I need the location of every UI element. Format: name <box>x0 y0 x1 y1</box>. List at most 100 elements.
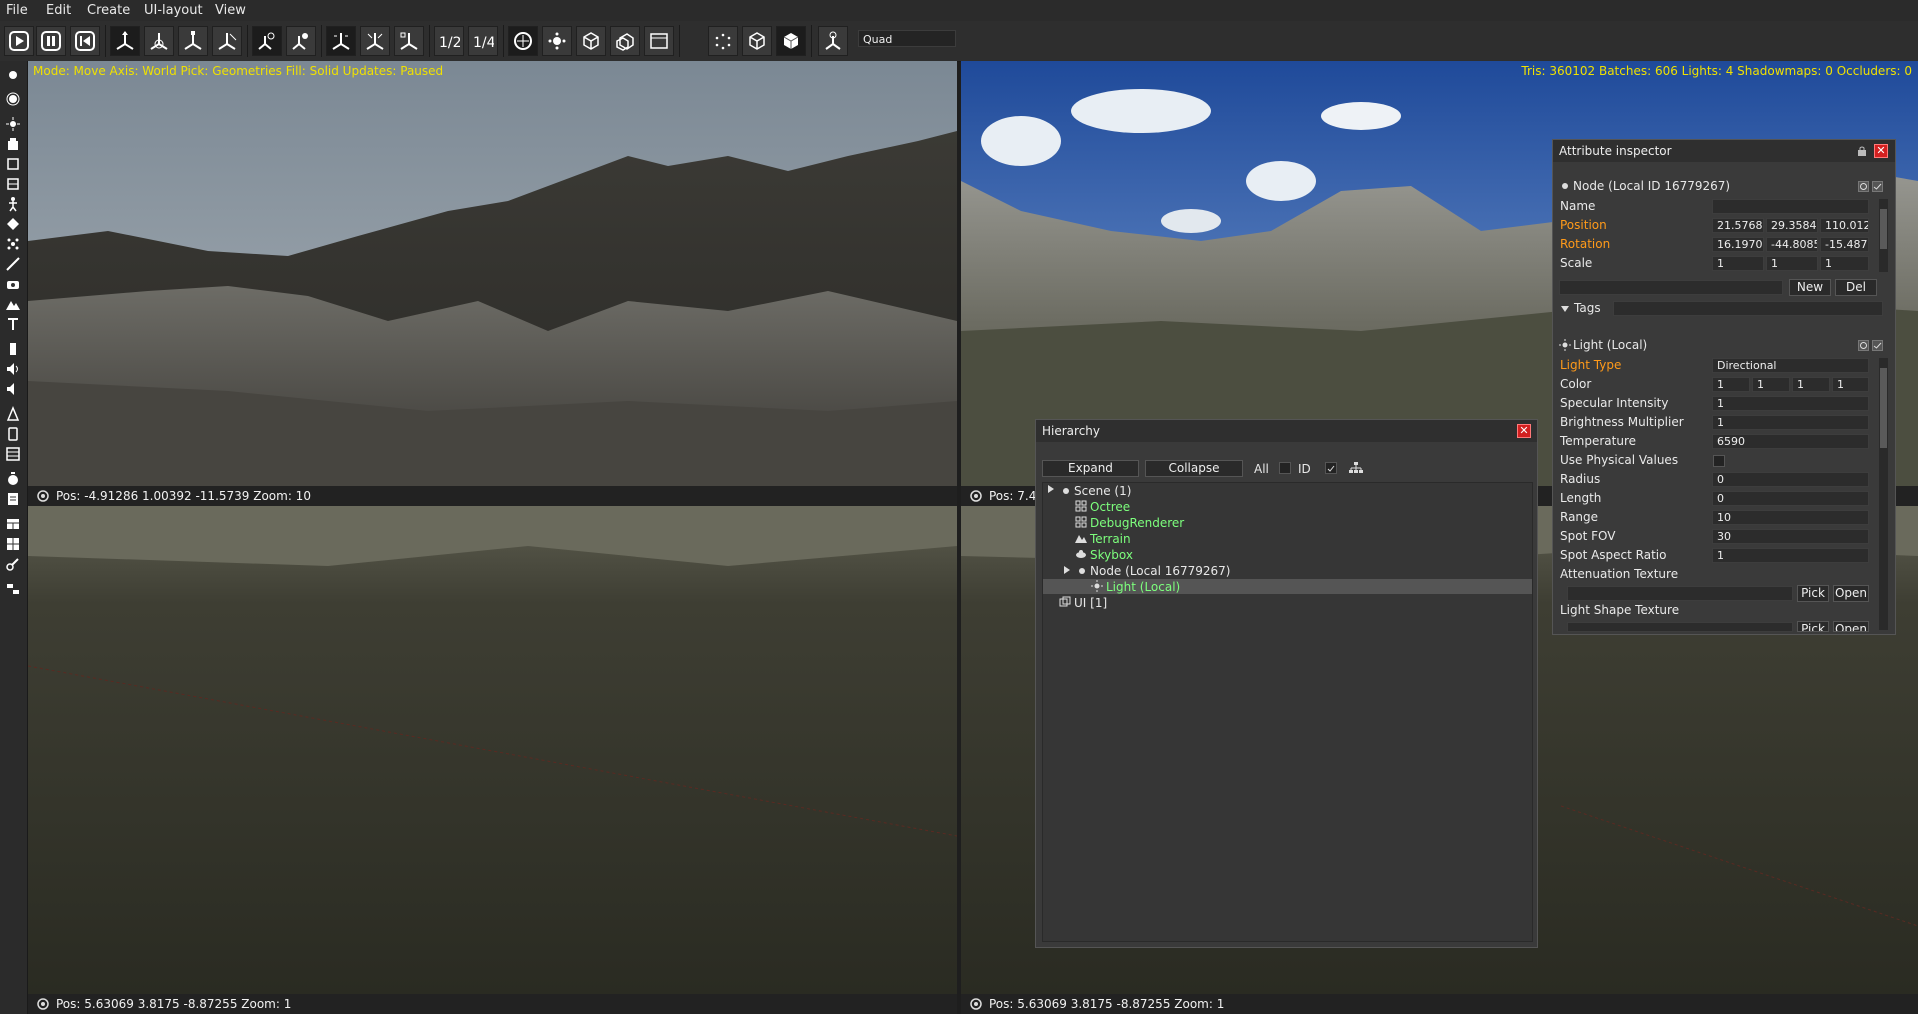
tool-timer-button[interactable] <box>5 471 21 487</box>
apply-check-icon[interactable] <box>1872 340 1883 351</box>
pick-lights-button[interactable] <box>286 26 316 56</box>
tool-replicated-node-button[interactable] <box>5 91 21 107</box>
revert-button[interactable] <box>70 26 100 56</box>
tree-item-scene[interactable]: Scene (1) <box>1074 485 1131 498</box>
lock-icon[interactable] <box>1856 145 1868 157</box>
half-scale-button[interactable]: 1/2 <box>434 26 464 56</box>
collapse-button[interactable]: Collapse <box>1145 460 1243 477</box>
color-r-input[interactable]: 1 <box>1712 377 1750 392</box>
node-attrs-scrollbar[interactable] <box>1879 199 1888 272</box>
attenuation-open-button[interactable]: Open <box>1833 585 1869 602</box>
tool-script-button[interactable] <box>5 446 21 462</box>
light-attrs-scrollbar[interactable] <box>1879 358 1888 630</box>
expand-arrow-icon[interactable] <box>1063 565 1071 575</box>
tool-navigation-button[interactable] <box>5 406 21 422</box>
rotation-z-input[interactable]: -15.4877 <box>1820 237 1869 252</box>
tree-item-octree[interactable]: Octree <box>1090 501 1130 514</box>
tool-grid-button[interactable] <box>5 536 21 552</box>
snap-button[interactable] <box>394 26 424 56</box>
tool-node-button[interactable] <box>5 67 21 83</box>
rotation-x-input[interactable]: 16.1970 <box>1712 237 1764 252</box>
temperature-input[interactable]: 6590 <box>1712 434 1869 449</box>
tag-input[interactable] <box>1559 280 1783 295</box>
menu-view[interactable]: View <box>215 3 246 18</box>
tree-item-ui[interactable]: UI [1] <box>1074 597 1107 610</box>
reset-icon[interactable] <box>1858 181 1869 192</box>
pick-geometries-button[interactable] <box>252 26 282 56</box>
attenuation-pick-button[interactable]: Pick <box>1797 585 1829 602</box>
tree-item-node[interactable]: Node (Local 16779267) <box>1090 565 1231 578</box>
use-physical-values-checkbox[interactable] <box>1713 455 1725 467</box>
tool-terrain-button[interactable] <box>5 296 21 312</box>
color-a-input[interactable]: 1 <box>1832 377 1869 392</box>
tree-item-light[interactable]: Light (Local) <box>1106 581 1180 594</box>
tool-window-button[interactable] <box>5 516 21 532</box>
tool-emitter-button[interactable] <box>5 236 21 252</box>
light-type-select[interactable]: Directional <box>1712 358 1869 373</box>
zones-button[interactable] <box>610 26 640 56</box>
local-axis-button[interactable] <box>360 26 390 56</box>
tool-particle-button[interactable] <box>5 216 21 232</box>
tool-animated-model-button[interactable] <box>5 176 21 192</box>
scale-z-input[interactable]: 1 <box>1820 256 1869 271</box>
spot-aspect-ratio-input[interactable]: 1 <box>1712 548 1869 563</box>
new-tag-button[interactable]: New <box>1789 279 1831 296</box>
light-shape-texture-input[interactable] <box>1567 622 1793 632</box>
range-input[interactable]: 10 <box>1712 510 1869 525</box>
fill-wireframe-button[interactable] <box>576 26 606 56</box>
scale-button[interactable] <box>178 26 208 56</box>
ui-elements-button[interactable] <box>644 26 674 56</box>
apply-check-icon[interactable] <box>1872 181 1883 192</box>
world-axis-button[interactable] <box>326 26 356 56</box>
tree-item-terrain[interactable]: Terrain <box>1090 533 1131 546</box>
color-g-input[interactable]: 1 <box>1752 377 1790 392</box>
fill-solid-button[interactable] <box>508 26 538 56</box>
tool-document-button[interactable] <box>5 491 21 507</box>
spot-fov-input[interactable]: 30 <box>1712 529 1869 544</box>
tool-model-button[interactable] <box>5 156 21 172</box>
pause-button[interactable] <box>36 26 66 56</box>
point-render-button[interactable] <box>708 26 738 56</box>
light-shape-pick-button[interactable]: Pick <box>1797 621 1829 632</box>
tool-light-button[interactable] <box>5 116 21 132</box>
tool-text-button[interactable] <box>5 316 21 332</box>
menu-file[interactable]: File <box>6 3 28 18</box>
fill-points-button[interactable] <box>542 26 572 56</box>
tags-list[interactable] <box>1613 301 1883 316</box>
viewport-bottom-left[interactable] <box>28 506 957 994</box>
inspector-close-button[interactable]: ✕ <box>1874 144 1888 158</box>
all-checkbox[interactable] <box>1279 462 1291 474</box>
viewport-top-left[interactable]: Mode: Move Axis: World Pick: Geometries … <box>28 61 957 486</box>
position-y-input[interactable]: 29.3584 <box>1766 218 1818 233</box>
scale-x-input[interactable]: 1 <box>1712 256 1764 271</box>
expand-button[interactable]: Expand <box>1042 460 1139 477</box>
tool-link-button[interactable] <box>5 556 21 572</box>
tool-settings-button[interactable] <box>5 581 21 597</box>
select-button[interactable] <box>212 26 242 56</box>
scale-y-input[interactable]: 1 <box>1766 256 1818 271</box>
reset-icon[interactable] <box>1858 340 1869 351</box>
tree-item-skybox[interactable]: Skybox <box>1090 549 1133 562</box>
color-b-input[interactable]: 1 <box>1792 377 1830 392</box>
rotate-button[interactable] <box>144 26 174 56</box>
move-button[interactable] <box>110 26 140 56</box>
tool-sound-3d-button[interactable] <box>5 381 21 397</box>
solid-render-button[interactable] <box>776 26 806 56</box>
delete-tag-button[interactable]: Del <box>1835 279 1877 296</box>
position-x-input[interactable]: 21.5768 <box>1712 218 1764 233</box>
menu-edit[interactable]: Edit <box>46 3 71 18</box>
tool-box-button[interactable] <box>5 136 21 152</box>
tool-ribbon-button[interactable] <box>5 256 21 272</box>
rotation-y-input[interactable]: -44.8085 <box>1766 237 1818 252</box>
attr-name-input[interactable] <box>1712 199 1869 214</box>
position-z-input[interactable]: 110.012 <box>1820 218 1869 233</box>
brightness-multiplier-input[interactable]: 1 <box>1712 415 1869 430</box>
tool-sound-button[interactable] <box>5 361 21 377</box>
hierarchy-tree-icon[interactable] <box>1349 461 1363 475</box>
radius-input[interactable]: 0 <box>1712 472 1869 487</box>
tool-physics-button[interactable] <box>5 426 21 442</box>
wire-render-button[interactable] <box>742 26 772 56</box>
quarter-scale-button[interactable]: 1/4 <box>468 26 498 56</box>
length-input[interactable]: 0 <box>1712 491 1869 506</box>
attenuation-texture-input[interactable] <box>1567 586 1793 601</box>
